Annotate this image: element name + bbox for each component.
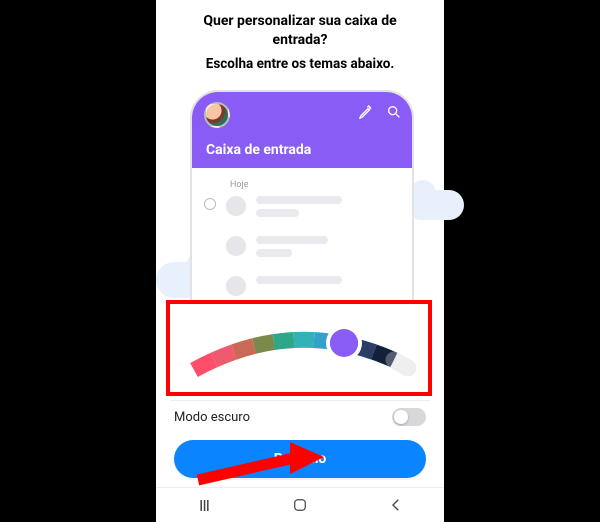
avatar (226, 196, 246, 216)
letterbox-right (444, 0, 600, 522)
page-title: Quer personalizar sua caixa de entrada? (156, 12, 444, 50)
back-icon[interactable] (387, 496, 405, 514)
avatar (204, 102, 230, 128)
next-button-label: Próximo (274, 451, 327, 467)
page-subtitle: Escolha entre os temas abaixo. (156, 56, 444, 72)
inbox-preview: Caixa de entrada Hoje (190, 90, 410, 310)
avatar (226, 236, 246, 256)
divider (170, 400, 430, 401)
search-icon (386, 104, 402, 120)
dark-mode-toggle[interactable] (392, 408, 426, 426)
header-icons (358, 104, 402, 120)
compose-icon (358, 104, 374, 120)
list-item (204, 196, 400, 222)
avatar (226, 276, 246, 296)
select-circle-icon (204, 198, 216, 210)
text-placeholder (256, 196, 400, 222)
cloud-decoration (406, 190, 464, 220)
phone-screen: Quer personalizar sua caixa de entrada? … (156, 0, 444, 522)
slider-knob[interactable] (330, 329, 358, 357)
recents-icon[interactable]: III (195, 496, 213, 514)
inbox-title: Caixa de entrada (206, 142, 311, 158)
text-placeholder (256, 276, 400, 289)
day-label: Hoje (230, 180, 400, 190)
list-item (204, 236, 400, 262)
next-button[interactable]: Próximo (174, 440, 426, 478)
title-line-2: entrada? (174, 31, 426, 50)
text-placeholder (256, 236, 400, 262)
letterbox-left (0, 0, 156, 522)
stage: Quer personalizar sua caixa de entrada? … (0, 0, 600, 522)
title-line-1: Quer personalizar sua caixa de (174, 12, 426, 31)
theme-slider-svg (180, 310, 420, 390)
home-icon[interactable] (291, 496, 309, 514)
dark-mode-label: Modo escuro (174, 410, 250, 425)
list-item (204, 276, 400, 296)
dark-mode-row: Modo escuro (174, 408, 426, 426)
android-nav-bar: III (156, 487, 444, 522)
preview-message-list: Hoje (192, 168, 412, 318)
theme-color-slider[interactable] (180, 310, 420, 390)
preview-header: Caixa de entrada (192, 92, 412, 168)
